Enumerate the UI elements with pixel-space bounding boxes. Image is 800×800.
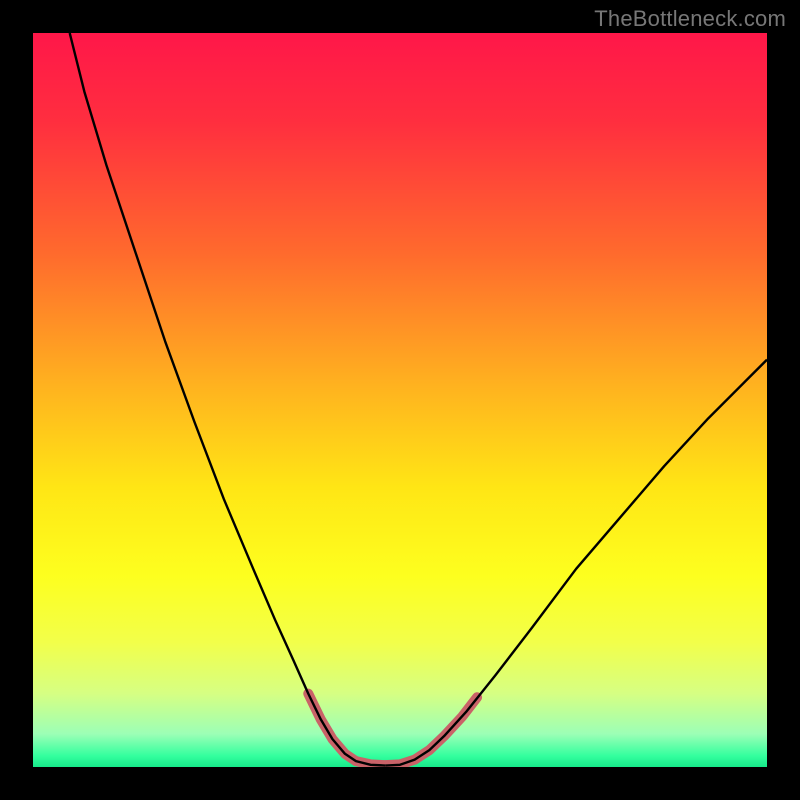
chart-frame: TheBottleneck.com [0,0,800,800]
plot-area [33,33,767,767]
watermark-text: TheBottleneck.com [594,6,786,32]
gradient-background [33,33,767,767]
chart-svg [33,33,767,767]
